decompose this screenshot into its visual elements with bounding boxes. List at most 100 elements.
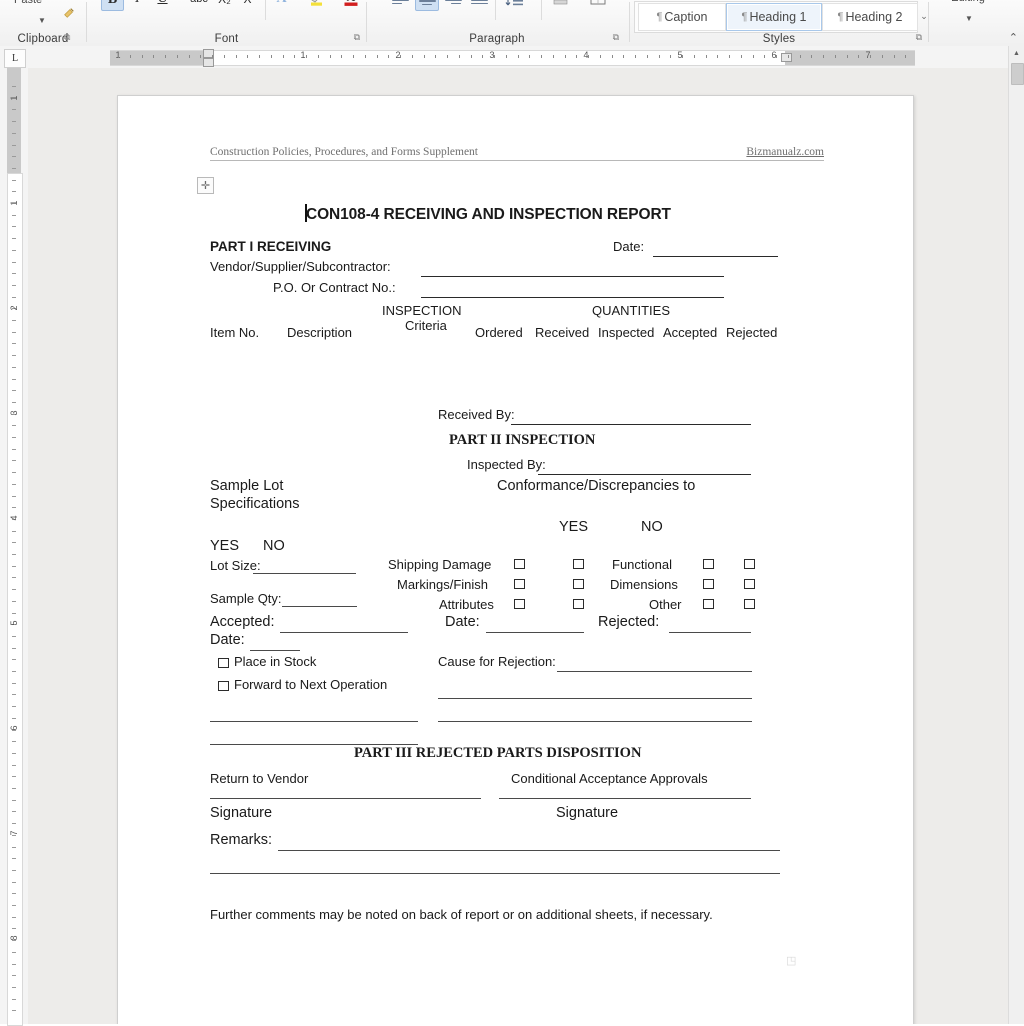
- vruler-tick: [12, 401, 16, 403]
- checkbox-attributes-yes[interactable]: [514, 599, 525, 609]
- editing-dropdown-arrow[interactable]: ▼: [965, 14, 973, 23]
- vruler-tick: [12, 284, 16, 286]
- ruler-tick: [353, 55, 354, 58]
- italic-button[interactable]: I: [127, 0, 148, 9]
- document-body[interactable]: Construction Policies, Procedures, and F…: [118, 96, 913, 1024]
- checkbox-markings-finish-no[interactable]: [573, 579, 584, 589]
- signature-label-left: Signature: [210, 805, 273, 821]
- ruler-tick: [729, 55, 730, 58]
- borders-dropdown-arrow[interactable]: ▾: [612, 0, 615, 2]
- accepted-date-line[interactable]: [486, 632, 584, 633]
- rejected-line[interactable]: [669, 632, 751, 633]
- received-by-line[interactable]: [511, 424, 751, 425]
- vruler-tick: [12, 998, 16, 1000]
- checkbox-attributes-no[interactable]: [573, 599, 584, 609]
- checkbox-shipping-damage-yes[interactable]: [514, 559, 525, 569]
- po-line[interactable]: [421, 297, 724, 298]
- checkbox-markings-finish-yes[interactable]: [514, 579, 525, 589]
- vruler-tick: [12, 273, 16, 275]
- checkbox-dimensions-yes[interactable]: [703, 579, 714, 589]
- ruler-tick: [635, 55, 636, 58]
- vertical-ruler[interactable]: 1 1 2 3 4 5 6 7 8: [0, 68, 29, 1026]
- inspected-by-line[interactable]: [538, 474, 751, 475]
- justify-icon[interactable]: [468, 0, 490, 9]
- vruler-tick: [12, 320, 16, 321]
- sample-qty-line[interactable]: [282, 606, 357, 607]
- align-left-icon[interactable]: [389, 0, 411, 9]
- font-color-icon[interactable]: A: [339, 0, 362, 10]
- left-yes-label: YES: [210, 538, 240, 554]
- ruler-tick: [752, 55, 754, 58]
- cause-line-1[interactable]: [557, 671, 752, 672]
- vendor-line[interactable]: [421, 276, 724, 277]
- format-painter-icon[interactable]: [62, 6, 76, 20]
- scroll-up-arrow-icon[interactable]: ▲: [1009, 46, 1024, 61]
- document-page[interactable]: Construction Policies, Procedures, and F…: [117, 95, 914, 1024]
- superscript-button[interactable]: X²: [239, 0, 260, 9]
- right-indent-marker[interactable]: [781, 53, 792, 62]
- line-spacing-dropdown-arrow[interactable]: ▾: [529, 0, 532, 2]
- vruler-tick: [12, 554, 16, 555]
- shading-icon[interactable]: [549, 0, 573, 9]
- style-heading-2[interactable]: ¶ Heading 2: [822, 3, 918, 31]
- vruler-tick: [12, 1010, 16, 1012]
- signature-line-right[interactable]: [499, 798, 751, 799]
- collapse-ribbon-button[interactable]: ⌃: [1009, 31, 1018, 44]
- table-move-handle-icon[interactable]: ✛: [197, 177, 214, 194]
- vertical-scrollbar[interactable]: ▲: [1008, 46, 1024, 1024]
- paste-dropdown-arrow[interactable]: ▼: [38, 16, 46, 25]
- font-dialog-launcher[interactable]: ⧉: [354, 32, 360, 43]
- cause-line-2[interactable]: [438, 698, 752, 699]
- checkbox-functional-yes[interactable]: [703, 559, 714, 569]
- checkbox-other-yes[interactable]: [703, 599, 714, 609]
- shading-dropdown-arrow[interactable]: ▾: [576, 0, 579, 2]
- checkbox-other-no[interactable]: [744, 599, 755, 609]
- signature-line-left[interactable]: [210, 798, 481, 799]
- remarks-line-2[interactable]: [210, 873, 780, 874]
- disposition-line-1[interactable]: [210, 721, 418, 722]
- checkbox-place-in-stock[interactable]: [218, 658, 229, 668]
- checkbox-shipping-damage-no[interactable]: [573, 559, 584, 569]
- part1-date-line[interactable]: [653, 256, 778, 257]
- lot-size-line[interactable]: [253, 573, 356, 574]
- horizontal-ruler[interactable]: L 1 1 2 3 4 5 6 7: [0, 46, 1009, 69]
- style-caption[interactable]: ¶ Caption: [638, 3, 726, 31]
- scrollbar-thumb[interactable]: [1011, 63, 1024, 85]
- checkbox-forward-next-operation[interactable]: [218, 681, 229, 691]
- styles-dialog-launcher[interactable]: ⧉: [916, 32, 922, 43]
- strikethrough-button[interactable]: abc: [187, 0, 211, 9]
- highlight-dropdown-arrow[interactable]: ▾: [331, 0, 334, 2]
- paragraph-dialog-launcher[interactable]: ⧉: [613, 32, 619, 43]
- check-label-shipping-damage: Shipping Damage: [388, 557, 492, 572]
- remarks-line-1[interactable]: [278, 850, 780, 851]
- bold-button[interactable]: B: [101, 0, 124, 11]
- borders-icon[interactable]: [586, 0, 609, 9]
- table-resize-handle-icon[interactable]: ◳: [786, 954, 796, 967]
- ruler-tick: [517, 55, 519, 58]
- tab-stop-selector[interactable]: L: [4, 49, 26, 68]
- style-heading-1[interactable]: ¶ Heading 1: [726, 3, 822, 31]
- line-spacing-icon[interactable]: [503, 0, 526, 9]
- hanging-indent-marker[interactable]: [203, 58, 214, 67]
- vruler-tick: [12, 261, 16, 263]
- vruler-tick: [12, 589, 16, 591]
- ruler-tick: [282, 55, 284, 58]
- clipboard-dialog-launcher[interactable]: ⧉: [64, 32, 70, 43]
- underline-button[interactable]: U: [152, 0, 173, 9]
- subscript-button[interactable]: X₂: [214, 0, 235, 9]
- underline-dropdown-arrow[interactable]: ▾: [177, 0, 180, 2]
- align-center-icon[interactable]: [415, 0, 439, 11]
- text-highlight-icon[interactable]: [305, 0, 328, 10]
- checkbox-functional-no[interactable]: [744, 559, 755, 569]
- vruler-tick: [12, 121, 16, 123]
- text-effects-dropdown-arrow[interactable]: ▾: [295, 0, 298, 2]
- checkbox-dimensions-no[interactable]: [744, 579, 755, 589]
- align-right-icon[interactable]: [442, 0, 464, 9]
- rejected-date-line[interactable]: [250, 650, 300, 651]
- text-effects-icon[interactable]: A: [271, 0, 292, 9]
- document-canvas[interactable]: Construction Policies, Procedures, and F…: [28, 68, 1009, 1024]
- ribbon-group-label-font: Font: [214, 33, 239, 45]
- cause-line-3[interactable]: [438, 721, 752, 722]
- accepted-line[interactable]: [280, 632, 408, 633]
- paste-button-label[interactable]: Paste: [14, 0, 42, 6]
